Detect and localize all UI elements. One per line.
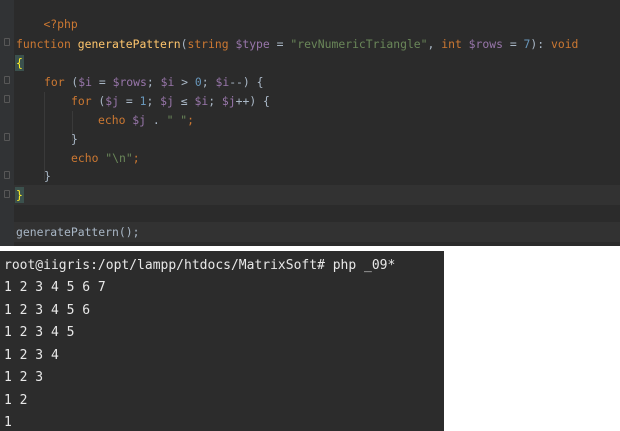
var-rows: $rows xyxy=(112,75,147,89)
return-type: void xyxy=(550,37,579,51)
code-punct: --) { xyxy=(229,75,264,89)
param-type-default: "revNumericTriangle" xyxy=(290,37,428,51)
function-call: generatePattern(); xyxy=(16,225,140,239)
terminal-output-line: 1 2 xyxy=(4,393,28,408)
param-type-int: int xyxy=(441,37,462,51)
semicolon: ; xyxy=(132,151,140,165)
param-comma: , xyxy=(427,37,442,51)
for-keyword: for xyxy=(44,75,65,89)
for-keyword: for xyxy=(71,94,92,108)
open-brace-line[interactable]: { xyxy=(15,55,24,71)
fold-marker[interactable] xyxy=(4,38,10,46)
echo-j-line[interactable]: echo $j . " "; xyxy=(98,112,194,128)
code-punct: ; xyxy=(146,94,161,108)
php-open-tag: <?php xyxy=(43,17,78,31)
editor-gutter xyxy=(0,0,14,246)
php-open-tag-line[interactable]: <?php xyxy=(16,0,77,31)
function-keyword: function xyxy=(16,37,71,51)
current-line-highlight xyxy=(14,185,620,205)
terminal-output-line: 1 2 3 4 5 xyxy=(4,325,75,340)
param-type-string: string xyxy=(187,37,229,51)
paren-close: ): xyxy=(530,37,551,51)
param-eq: = xyxy=(269,37,291,51)
code-editor[interactable]: <?php function generatePattern(string $t… xyxy=(0,0,620,246)
terminal-output-line: 1 2 3 4 xyxy=(4,348,59,363)
code-punct: = xyxy=(119,94,140,108)
var-j: $j xyxy=(132,113,147,127)
fold-marker[interactable] xyxy=(4,133,10,141)
code-punct: ≤ xyxy=(173,94,195,108)
function-close-line[interactable]: } xyxy=(15,187,24,203)
semicolon: ; xyxy=(187,113,195,127)
var-i: $i xyxy=(78,75,93,89)
function-signature-line[interactable]: function generatePattern(string $type = … xyxy=(16,36,578,52)
param-rows-var: $rows xyxy=(468,37,503,51)
var-i: $i xyxy=(160,75,175,89)
param-eq: = xyxy=(502,37,524,51)
function-call-line[interactable]: generatePattern(); xyxy=(16,224,139,240)
var-j: $j xyxy=(105,94,120,108)
fold-marker[interactable] xyxy=(4,171,10,179)
var-j: $j xyxy=(160,94,174,108)
close-brace: } xyxy=(44,169,51,183)
param-type-var: $type xyxy=(235,37,270,51)
matched-open-brace: { xyxy=(15,55,24,71)
inner-close-line[interactable]: } xyxy=(71,131,78,147)
code-punct: ; xyxy=(201,75,216,89)
outer-for-line[interactable]: for ($i = $rows; $i > 0; $i--) { xyxy=(44,74,264,90)
concat-operator: . xyxy=(146,113,167,127)
code-punct: ( xyxy=(64,75,79,89)
code-punct: ++) { xyxy=(235,94,270,108)
close-brace: } xyxy=(71,132,78,146)
terminal-output[interactable]: root@iigris:/opt/lampp/htdocs/MatrixSoft… xyxy=(0,251,444,431)
code-punct: > xyxy=(174,75,195,89)
function-name: generatePattern xyxy=(77,37,181,51)
code-punct: = xyxy=(92,75,113,89)
code-punct: ; xyxy=(208,94,222,108)
code-punct: ( xyxy=(91,94,106,108)
inner-for-line[interactable]: for ($j = 1; $j ≤ $i; $j++) { xyxy=(71,93,270,109)
fold-marker[interactable] xyxy=(4,190,10,198)
fold-marker[interactable] xyxy=(4,76,10,84)
fold-marker[interactable] xyxy=(4,95,10,103)
echo-newline-line[interactable]: echo "\n"; xyxy=(71,150,140,166)
code-punct: ; xyxy=(146,75,161,89)
terminal-output-line: 1 2 3 4 5 6 7 xyxy=(4,280,106,295)
terminal-prompt-line: root@iigris:/opt/lampp/htdocs/MatrixSoft… xyxy=(4,258,396,273)
matched-close-brace: } xyxy=(15,187,24,203)
terminal-output-line: 1 2 3 xyxy=(4,370,44,385)
terminal-output-line: 1 xyxy=(4,415,12,430)
terminal-output-line: 1 2 3 4 5 6 xyxy=(4,303,91,318)
var-j: $j xyxy=(221,94,236,108)
indent-guide xyxy=(44,92,45,180)
echo-keyword: echo xyxy=(71,151,99,165)
outer-close-line[interactable]: } xyxy=(44,168,51,184)
var-i: $i xyxy=(215,75,230,89)
echo-keyword: echo xyxy=(98,113,126,127)
string-literal: "\n" xyxy=(105,151,133,165)
var-i: $i xyxy=(194,94,209,108)
string-literal: " " xyxy=(166,113,188,127)
number-literal: 0 xyxy=(194,75,202,89)
